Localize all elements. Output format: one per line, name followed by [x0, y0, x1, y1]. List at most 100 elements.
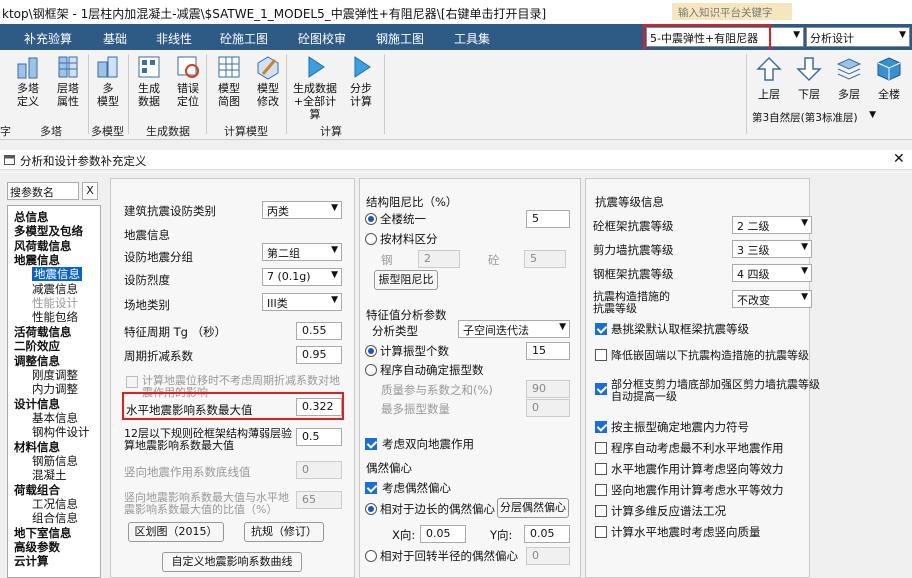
vertical-mass-checkbox[interactable]	[595, 526, 607, 538]
tree-category[interactable]: 地下室信息	[14, 526, 72, 540]
tree-category[interactable]: 总信息	[14, 210, 49, 224]
tree-item[interactable]: 基本信息	[32, 411, 78, 425]
error-locate-button[interactable]: 错误 定位	[172, 54, 204, 108]
intensity-select[interactable]: 7 (0.1g) ▼	[262, 268, 342, 286]
tree-category[interactable]: 设计信息	[14, 397, 60, 411]
menu-concrete-review[interactable]: 砼图校审	[298, 30, 346, 47]
floor-down-button[interactable]: 下层	[792, 56, 826, 102]
tree-item[interactable]: 内力调整	[32, 382, 78, 396]
steel-damping-input[interactable]: 2	[418, 250, 460, 268]
floor-select[interactable]: 第3自然层(第3标准层) ▼	[750, 108, 880, 126]
tree-category[interactable]: 荷载组合	[14, 483, 60, 497]
menu-nonlinear[interactable]: 非线性	[156, 30, 192, 47]
search-clear-button[interactable]: X	[82, 182, 98, 200]
tree-category[interactable]: 二阶效应	[14, 339, 60, 353]
layer-ecc-button[interactable]: 分层偶然偏心	[497, 498, 569, 518]
custom-curve-button[interactable]: 自定义地震影响系数曲线	[162, 552, 302, 572]
vertical-horizontal-eq-checkbox[interactable]	[595, 484, 607, 496]
design-select[interactable]: 分析设计 ▼	[806, 27, 910, 47]
multi-floor-button[interactable]: 多层	[832, 56, 866, 102]
multi-spectrum-checkbox[interactable]	[595, 505, 607, 517]
tree-item[interactable]: 性能包络	[32, 310, 78, 324]
ecc-y-input[interactable]: 0.05	[524, 525, 570, 543]
mass-sum-input[interactable]: 90	[526, 380, 570, 398]
tree-category[interactable]: 高级参数	[14, 540, 60, 554]
tg-input[interactable]: 0.55	[296, 322, 342, 340]
cantilever-beam-checkbox[interactable]	[595, 323, 607, 335]
tree-item[interactable]: 钢筋信息	[32, 454, 78, 468]
site-category-select[interactable]: III类 ▼	[262, 293, 342, 311]
building-category-select[interactable]: 丙类 ▼	[262, 201, 342, 219]
tree-item[interactable]: 混凝土	[32, 468, 67, 482]
vertical-ratio-input[interactable]: 65	[296, 491, 342, 509]
ecc-checkbox[interactable]	[365, 482, 377, 494]
tree-item[interactable]: 刚度调整	[32, 368, 78, 382]
param-search-input[interactable]: 搜参数名	[7, 182, 79, 200]
generate-data-button[interactable]: 生成 数据	[133, 54, 165, 108]
tree-item[interactable]: 地震信息	[32, 267, 82, 281]
tower-define-button[interactable]: 多塔 定义	[12, 54, 44, 108]
close-icon[interactable]: ✕	[893, 151, 905, 167]
mode-count-radio[interactable]	[365, 345, 377, 357]
tree-category[interactable]: 材料信息	[14, 440, 60, 454]
step-calc-button[interactable]: 分步 计算	[345, 54, 377, 108]
tree-item[interactable]: 组合信息	[32, 511, 78, 525]
min-mode-input[interactable]: 0	[526, 399, 570, 417]
menu-foundation[interactable]: 基础	[103, 30, 127, 47]
ignore-period-checkbox[interactable]	[126, 376, 138, 388]
code-revision-button[interactable]: 抗规（修订）	[244, 522, 324, 542]
tree-category[interactable]: 地震信息	[14, 253, 60, 267]
menu-steel-drawing[interactable]: 钢施工图	[376, 30, 424, 47]
tree-item[interactable]: 减震信息	[32, 282, 78, 296]
horizontal-vertical-eq-checkbox[interactable]	[595, 463, 607, 475]
damping-material-radio[interactable]	[365, 233, 377, 245]
generate-all-button[interactable]: 生成数据 +全部计算	[290, 54, 340, 121]
menu-toolset[interactable]: 工具集	[454, 30, 490, 47]
steel-grade-select[interactable]: 4 四级 ▼	[732, 264, 812, 282]
tree-category[interactable]: 风荷载信息	[14, 239, 72, 253]
mode-damping-button[interactable]: 振型阻尼比	[374, 270, 438, 290]
floor-up-button[interactable]: 上层	[752, 56, 786, 102]
concrete-damping-input[interactable]: 5	[524, 250, 566, 268]
frame-grade-select[interactable]: 2 二级 ▼	[732, 216, 812, 234]
model-sketch-button[interactable]: 模型 简图	[213, 54, 245, 108]
main-mode-sign-checkbox[interactable]	[595, 421, 607, 433]
tree-category[interactable]: 调整信息	[14, 354, 60, 368]
ecc-relative-radio[interactable]	[365, 503, 377, 515]
damping-unified-radio[interactable]	[365, 213, 377, 225]
wall-grade-select[interactable]: 3 三级 ▼	[732, 240, 812, 258]
damping-unified-input[interactable]: 5	[526, 210, 570, 228]
multi-model-button[interactable]: 多模型	[92, 54, 124, 108]
transfer-wall-checkbox[interactable]	[595, 383, 607, 395]
bidirectional-checkbox[interactable]	[365, 438, 377, 450]
zone-map-button[interactable]: 区划图（2015）	[128, 522, 224, 542]
tower-property-button[interactable]: 层塔 属性	[52, 54, 84, 108]
tree-item[interactable]: 性能设计	[32, 296, 78, 310]
measure-grade-select[interactable]: 不改变 ▼	[732, 290, 812, 308]
model-modify-button[interactable]: 模型 修改	[252, 54, 284, 108]
ecc-radius-radio[interactable]	[365, 550, 377, 562]
analysis-type-select[interactable]: 子空间迭代法 ▼	[458, 320, 570, 338]
ecc-x-input[interactable]: 0.05	[420, 525, 466, 543]
auto-mode-radio[interactable]	[365, 364, 377, 376]
worst-direction-checkbox[interactable]	[595, 442, 607, 454]
menu-concrete-drawing[interactable]: 砼施工图	[220, 30, 268, 47]
model-modify-icon	[257, 56, 279, 80]
weak-layer-input[interactable]: 0.5	[296, 428, 342, 446]
chevron-down-icon: ▼	[559, 322, 566, 332]
tree-category[interactable]: 多模型及包络	[14, 224, 83, 238]
frame-grade-label: 砼框架抗震等级	[593, 219, 674, 233]
tree-category[interactable]: 云计算	[14, 554, 49, 568]
ecc-radius-input[interactable]: 0	[526, 547, 570, 565]
lower-grade-checkbox[interactable]	[595, 349, 607, 361]
mode-count-input[interactable]: 15	[526, 342, 570, 360]
tree-category[interactable]: 活荷载信息	[14, 325, 72, 339]
seismic-group-select[interactable]: 第二组 ▼	[262, 243, 342, 261]
tree-item[interactable]: 钢构件设计	[32, 425, 90, 439]
tree-item[interactable]: 工况信息	[32, 497, 78, 511]
vertical-min-input[interactable]: 0	[296, 461, 342, 479]
period-reduction-input[interactable]: 0.95	[296, 346, 342, 364]
menu-supplement-check[interactable]: 补充验算	[24, 30, 72, 47]
whole-building-button[interactable]: 全楼	[872, 56, 906, 102]
knowledge-search-input[interactable]: 输入知识平台关键字	[672, 3, 792, 20]
